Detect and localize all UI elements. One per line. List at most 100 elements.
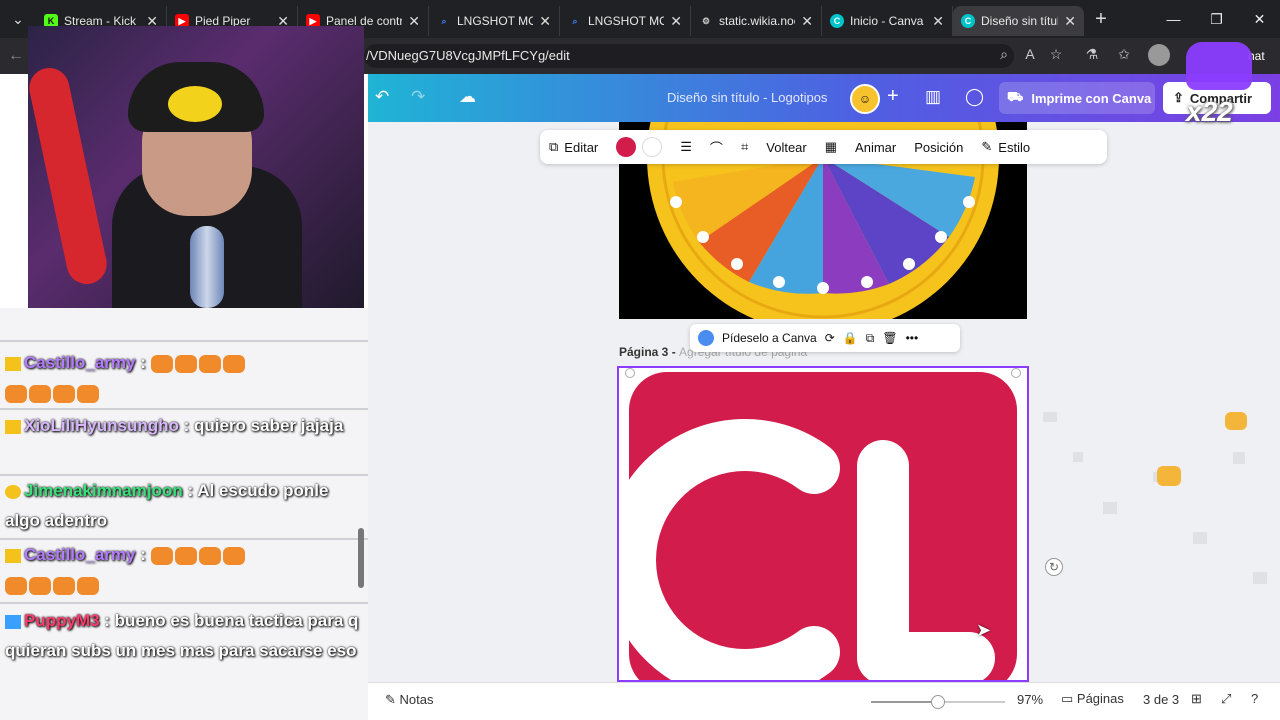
close-tab-icon[interactable]: ✕ <box>539 13 551 30</box>
tab-title: static.wikia.noc <box>719 14 796 28</box>
flip-button[interactable]: Voltear <box>757 130 815 164</box>
edit-button[interactable]: ⧉ Editar <box>540 130 607 164</box>
comment-icon[interactable]: ◯ <box>965 87 984 107</box>
cat-emote-icon <box>198 546 221 565</box>
insights-chart-icon[interactable]: ▥ <box>925 87 941 107</box>
pages-label: Páginas <box>1076 691 1124 706</box>
tab-title: Diseño sin títul <box>981 14 1059 28</box>
zoom-icon[interactable]: ⌕ <box>994 46 1014 63</box>
user-avatar[interactable]: ☺ <box>850 84 880 114</box>
more-options-icon[interactable]: ••• <box>906 331 919 345</box>
color-swatch-button[interactable] <box>607 130 671 164</box>
crop-icon[interactable]: ⌗ <box>732 130 757 164</box>
cat-emote-icon <box>53 384 75 403</box>
print-with-canva-button[interactable]: ⛟ Imprime con Canva <box>999 82 1155 114</box>
document-title[interactable]: Diseño sin título - Logotipos <box>667 90 827 105</box>
close-window-icon[interactable]: ✕ <box>1238 0 1280 38</box>
cat-emote-icon <box>5 384 27 403</box>
page-actions-bar: Pídeselo a Canva ⟳ 🔒 ⧉ 🗑 ••• <box>690 324 960 352</box>
favorite-star-icon[interactable]: ☆ <box>1046 46 1066 63</box>
add-collaborator-icon[interactable]: + <box>887 85 899 108</box>
streamer-webcam <box>28 26 364 308</box>
delete-icon[interactable]: 🗑 <box>882 331 897 345</box>
read-aloud-icon[interactable]: A <box>1020 46 1040 62</box>
browser-tab-6[interactable]: ⚙ static.wikia.noc ✕ <box>691 6 822 36</box>
style-button[interactable]: ✎ Estilo <box>972 130 1039 164</box>
transparency-icon[interactable]: ▦ <box>816 130 846 164</box>
help-icon[interactable]: ? <box>1251 691 1258 706</box>
notes-label: Notas <box>399 692 434 707</box>
browser-tab-8-active[interactable]: C Diseño sin títul ✕ <box>953 6 1084 36</box>
redo-icon[interactable]: ↷ <box>411 87 425 107</box>
style-icon: ✎ <box>981 139 993 154</box>
line-weight-icon[interactable]: ☰ <box>671 130 701 164</box>
extensions-icon[interactable]: ⚗ <box>1082 46 1102 63</box>
browser-tab-7[interactable]: C Inicio - Canva ✕ <box>822 6 953 36</box>
resize-handle[interactable] <box>1011 368 1021 378</box>
cat-emote-icon <box>5 576 27 595</box>
lock-icon[interactable]: 🔒 <box>843 331 858 345</box>
cat-emote-icon <box>77 576 99 595</box>
chat-message: Castillo_army : <box>5 348 365 408</box>
url-field[interactable]: /VDNuegG7U8VcgJMPfLFCYg/edit <box>364 44 1014 68</box>
kick-cat-emote <box>1186 42 1252 90</box>
cloud-saved-icon[interactable]: ☁ <box>459 87 476 107</box>
cat-emote-icon <box>77 384 99 403</box>
resize-handle[interactable] <box>625 368 635 378</box>
zoom-level[interactable]: 97% <box>1017 692 1043 707</box>
close-tab-icon[interactable]: ✕ <box>670 13 682 30</box>
tab-title: Inicio - Canva <box>850 14 924 28</box>
canva-header: ↶ ↷ ☁ Diseño sin título - Logotipos ☺ + … <box>363 74 1280 122</box>
close-tab-icon[interactable]: ✕ <box>1064 13 1076 30</box>
close-tab-icon[interactable]: ✕ <box>408 13 420 30</box>
pages-button[interactable]: ▭ Páginas <box>1061 691 1124 707</box>
mouse-cursor-icon: ➤ <box>976 620 992 640</box>
zoom-slider[interactable] <box>871 695 1005 709</box>
corner-rounding-icon[interactable]: ⌒ <box>701 130 732 164</box>
close-tab-icon[interactable]: ✕ <box>932 13 944 30</box>
page-counter[interactable]: 3 de 3 <box>1143 692 1179 707</box>
element-toolbar: ⧉ Editar ☰ ⌒ ⌗ Voltear ▦ Animar Posición … <box>540 130 1107 164</box>
favorites-icon[interactable]: ✩ <box>1114 46 1134 63</box>
crown-badge-icon <box>5 548 21 563</box>
back-arrow-icon[interactable]: ← <box>8 47 24 65</box>
white-color-swatch[interactable] <box>642 137 663 157</box>
notes-icon: ✎ <box>385 692 400 707</box>
animate-button[interactable]: Animar <box>846 130 905 164</box>
one-badge-icon <box>5 484 21 499</box>
fullscreen-icon[interactable]: ⤢ <box>1221 691 1231 707</box>
edit-label: Editar <box>564 139 599 155</box>
cat-emote-icon <box>29 576 51 595</box>
undo-icon[interactable]: ↶ <box>375 87 389 107</box>
maximize-icon[interactable]: ❐ <box>1195 0 1238 38</box>
search-favicon-icon: ⌕ <box>572 15 578 26</box>
chat-scrollbar[interactable] <box>358 528 364 588</box>
chat-message: Jimenakimnamjoon : Al escudo ponle algo … <box>5 476 365 536</box>
browser-tab-4[interactable]: ⌕ LNGSHOT MOC ✕ <box>429 6 560 36</box>
page-3-canvas[interactable] <box>617 366 1029 682</box>
notes-button[interactable]: ✎ Notas <box>385 692 433 708</box>
ask-canva-button[interactable]: Pídeselo a Canva <box>722 331 817 345</box>
chat-username: XioLiliHyunsungho <box>24 416 179 435</box>
canva-favicon-icon: C <box>961 14 975 28</box>
new-tab-icon[interactable]: + <box>1084 8 1118 31</box>
grid-view-icon[interactable]: ⊞ <box>1191 691 1202 707</box>
zoom-slider-handle[interactable] <box>931 695 945 709</box>
animate-label: Animar <box>855 139 897 155</box>
zoom-slider-fill <box>871 701 938 703</box>
close-tab-icon[interactable]: ✕ <box>801 13 813 30</box>
minimize-icon[interactable]: — <box>1152 0 1195 38</box>
cat-emote-icon <box>53 576 75 595</box>
profile-avatar[interactable] <box>1148 44 1170 66</box>
cat-emote-icon <box>174 354 197 373</box>
position-button[interactable]: Posición <box>905 130 972 164</box>
comment-add-icon[interactable]: ⟳ <box>825 331 835 345</box>
flip-label: Voltear <box>766 139 807 155</box>
page-number: Página 3 - <box>619 345 680 359</box>
chat-username: Jimenakimnamjoon <box>24 481 183 500</box>
browser-tab-5[interactable]: ⌕ LNGSHOT MOC ✕ <box>560 6 691 36</box>
chat-divider <box>0 408 368 410</box>
duplicate-icon[interactable]: ⧉ <box>866 331 875 346</box>
rotate-icon[interactable]: ↻ <box>1045 558 1063 576</box>
truck-icon: ⛟ <box>1007 89 1024 104</box>
